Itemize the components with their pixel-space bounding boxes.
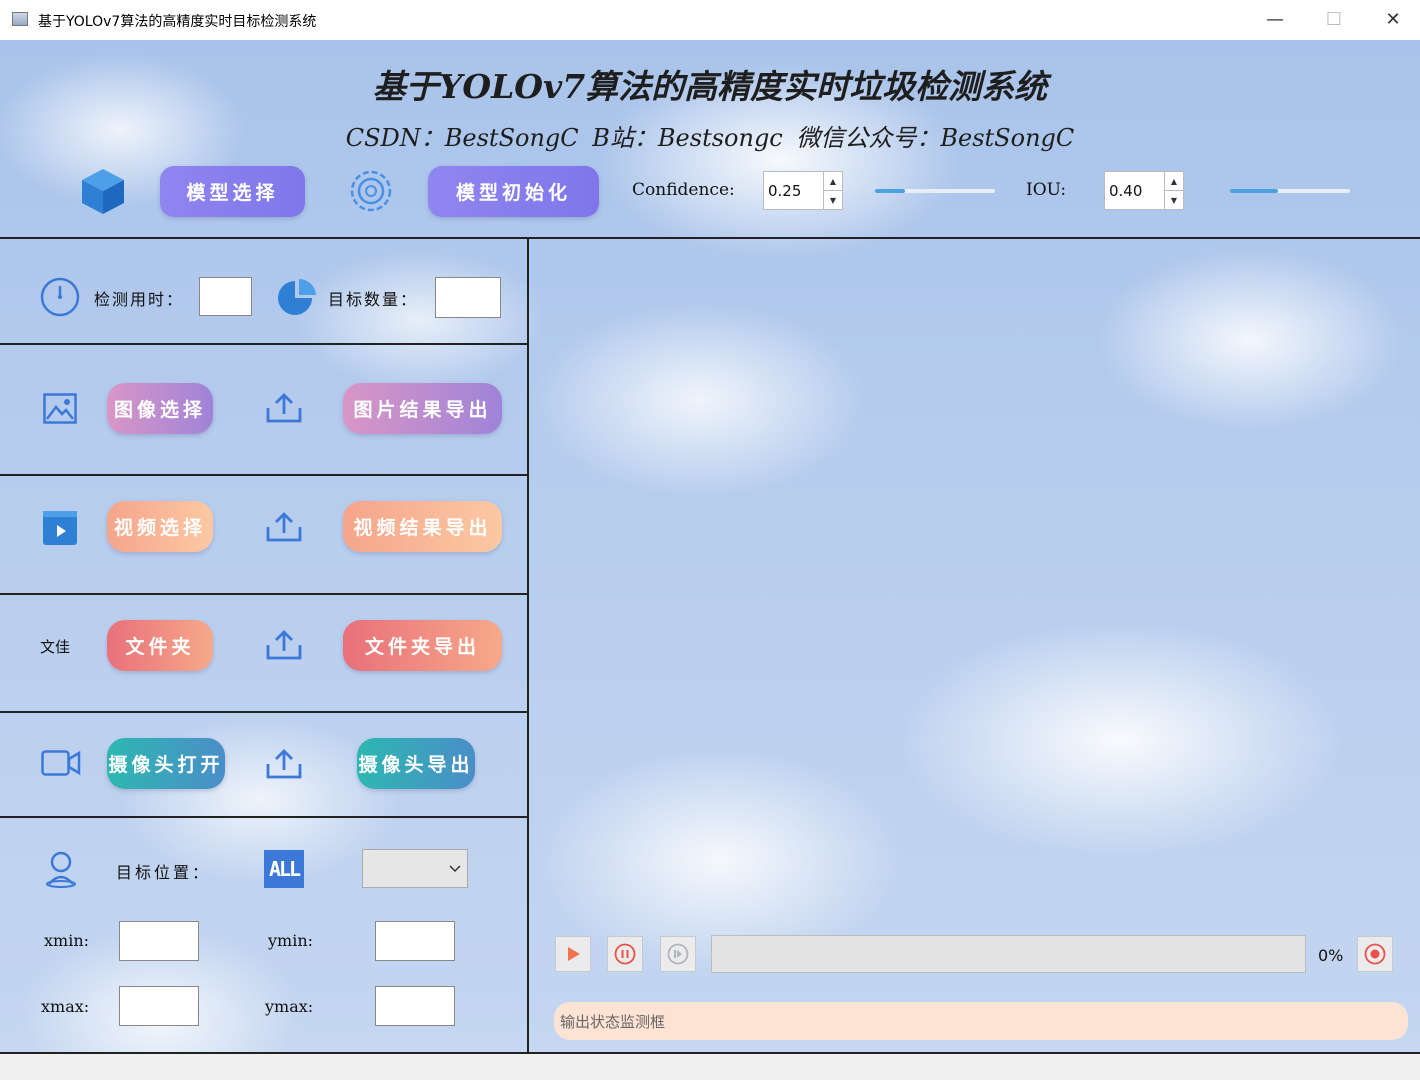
chevron-down-icon (449, 864, 461, 872)
time-label: 检测用时： (94, 290, 185, 309)
minimize-button[interactable]: — (1246, 0, 1304, 38)
window-statusbar (0, 1054, 1420, 1080)
iou-slider-fill (1230, 189, 1278, 193)
status-output-field: 输出状态监测框 (554, 1002, 1408, 1040)
folder-icon-text: 文佳 (40, 638, 71, 656)
iou-slider[interactable] (1230, 189, 1350, 193)
video-display-area (529, 239, 1420, 929)
camera-export-button[interactable]: 摄像头导出 (357, 738, 475, 789)
iou-value: 0.40 (1109, 181, 1143, 200)
xmin-label: xmin: (44, 931, 90, 950)
image-select-button[interactable]: 图像选择 (107, 383, 213, 434)
confidence-value: 0.25 (768, 181, 802, 200)
confidence-up-button[interactable]: ▲ (824, 172, 842, 191)
divider (0, 593, 528, 595)
record-button[interactable] (1357, 936, 1393, 972)
window-title: 基于YOLOv7算法的高精度实时目标检测系统 (38, 14, 317, 30)
upload-icon (266, 393, 302, 423)
all-icon: ALL (264, 850, 304, 888)
clock-icon (40, 277, 80, 317)
main-panel: 基于YOLOv7算法的高精度实时垃圾检测系统 CSDN：BestSongC B站… (0, 40, 1420, 1054)
video-select-button[interactable]: 视频选择 (107, 501, 213, 552)
confidence-spinbox[interactable]: 0.25 ▲ ▼ (763, 171, 843, 210)
upload-icon (266, 749, 302, 779)
upload-icon (266, 630, 302, 660)
window-titlebar: 基于YOLOv7算法的高精度实时目标检测系统 — ☐ ✕ (0, 0, 1420, 40)
divider (0, 711, 528, 713)
count-value-box (435, 277, 501, 318)
confidence-slider[interactable] (875, 189, 995, 193)
iou-spinbox[interactable]: 0.40 ▲ ▼ (1104, 171, 1184, 210)
ymax-label: ymax: (265, 997, 314, 1016)
play-icon (568, 947, 580, 961)
location-person-icon (46, 851, 76, 888)
record-icon (1364, 943, 1386, 965)
xmax-field (119, 986, 199, 1026)
model-select-button[interactable]: 模型选择 (160, 166, 305, 217)
position-label: 目标位置： (116, 863, 212, 882)
progress-bar (711, 935, 1306, 973)
target-dropdown[interactable] (362, 849, 468, 888)
divider (0, 343, 528, 345)
xmin-field (119, 921, 199, 961)
divider (0, 474, 528, 476)
pause-button[interactable] (607, 936, 643, 972)
time-value-box (199, 277, 252, 316)
stop-button[interactable] (660, 936, 696, 972)
camera-icon (41, 750, 81, 776)
video-file-icon (43, 511, 77, 545)
iou-down-button[interactable]: ▼ (1165, 191, 1183, 209)
folder-select-button[interactable]: 文件夹 (107, 620, 213, 671)
count-label: 目标数量： (328, 290, 419, 309)
ymax-field (375, 986, 455, 1026)
folder-export-button[interactable]: 文件夹导出 (343, 620, 502, 671)
progress-text: 0% (1318, 946, 1344, 965)
xmax-label: xmax: (41, 997, 90, 1016)
confidence-slider-fill (875, 189, 905, 193)
image-export-button[interactable]: 图片结果导出 (343, 383, 502, 434)
pie-chart-icon (278, 278, 316, 315)
ymin-label: ymin: (268, 931, 314, 950)
iou-up-button[interactable]: ▲ (1165, 172, 1183, 191)
stop-icon (667, 943, 689, 965)
close-button[interactable]: ✕ (1364, 0, 1420, 38)
upload-icon (266, 512, 302, 542)
cube-icon (82, 169, 124, 214)
app-icon (12, 12, 28, 26)
iou-label: IOU: (1026, 180, 1067, 200)
video-export-button[interactable]: 视频结果导出 (343, 501, 502, 552)
app-title: 基于YOLOv7算法的高精度实时垃圾检测系统 (372, 67, 1048, 106)
divider (0, 816, 528, 818)
target-icon (350, 170, 392, 212)
app-subtitle: CSDN：BestSongC B站：Bestsongc 微信公众号：BestSo… (345, 124, 1075, 152)
play-button[interactable] (555, 936, 591, 972)
confidence-down-button[interactable]: ▼ (824, 191, 842, 209)
camera-open-button[interactable]: 摄像头打开 (107, 738, 225, 789)
ymin-field (375, 921, 455, 961)
image-icon (43, 393, 77, 424)
status-output-placeholder: 输出状态监测框 (560, 1012, 666, 1031)
confidence-label: Confidence: (632, 180, 735, 200)
pause-icon (614, 943, 636, 965)
maximize-button[interactable]: ☐ (1305, 0, 1363, 38)
model-init-button[interactable]: 模型初始化 (428, 166, 599, 217)
